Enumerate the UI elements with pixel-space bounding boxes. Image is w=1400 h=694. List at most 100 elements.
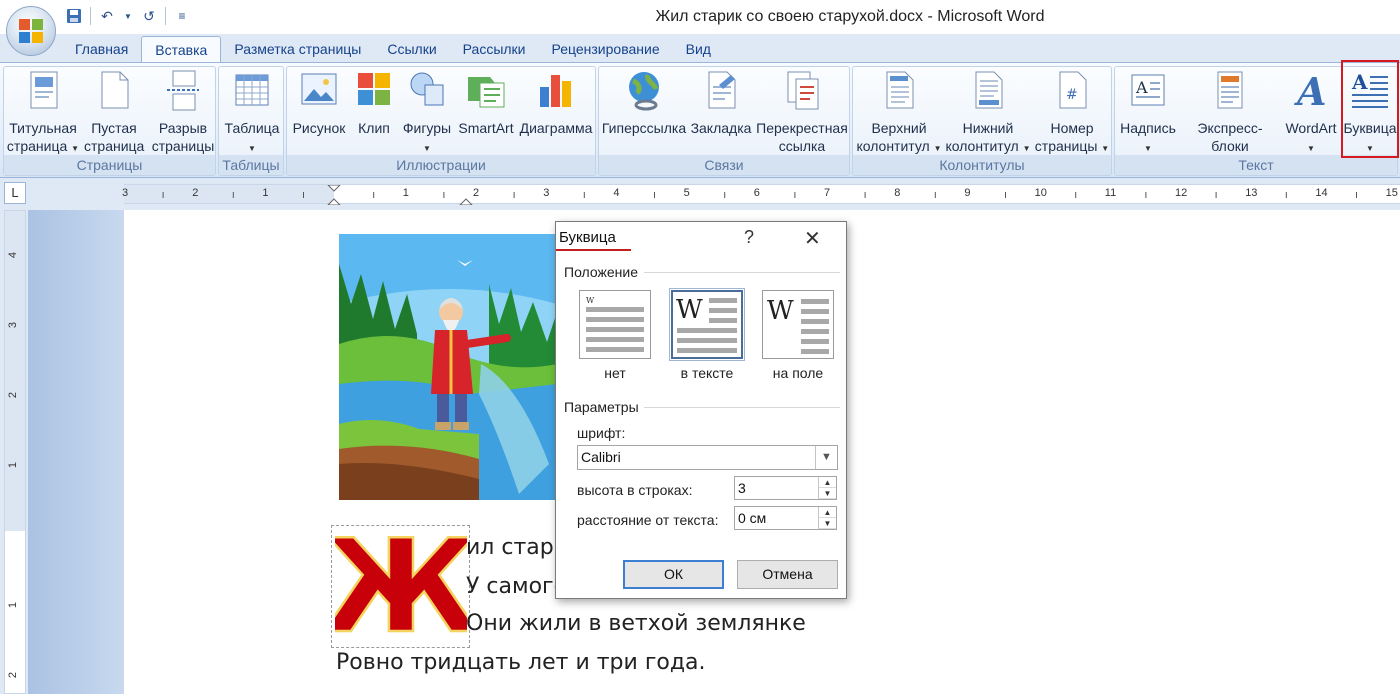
tab-insert[interactable]: Вставка xyxy=(141,36,222,62)
help-icon[interactable]: ? xyxy=(744,227,754,248)
cross-reference-label-1: Перекрестная xyxy=(756,120,848,136)
group-label-headers-footers: Колонтитулы xyxy=(853,155,1111,175)
tab-mailings[interactable]: Рассылки xyxy=(450,36,539,62)
wordart-icon: A xyxy=(1294,69,1326,113)
group-label-text: Текст xyxy=(1115,155,1397,175)
picture-label: Рисунок xyxy=(292,120,346,136)
office-button[interactable] xyxy=(6,6,56,56)
horizontal-ruler[interactable]: 3 2 1 1 2 3 4 5 6 7 8 9 10 11 12 13 14 15 xyxy=(122,184,1400,205)
footer-button[interactable]: Нижний колонтитул ▼ xyxy=(945,69,1031,158)
lines-value: 3 xyxy=(738,480,746,496)
title-bar: ↶ ▼ ↺ ≡ Жил старик со своею старухой.doc… xyxy=(0,0,1400,34)
ruler-label: 11 xyxy=(1104,187,1117,199)
picture-button[interactable]: Рисунок xyxy=(289,69,349,137)
position-section-label: Положение xyxy=(564,264,638,280)
cross-reference-button[interactable]: Перекрестная ссылка xyxy=(755,69,849,155)
tab-view[interactable]: Вид xyxy=(673,36,724,62)
ok-button[interactable]: ОК xyxy=(623,560,724,589)
blank-page-label-2: страница xyxy=(84,138,145,154)
group-headers-footers: Верхний колонтитул ▼ Нижний колонтитул ▼… xyxy=(852,66,1112,176)
textbox-button[interactable]: A Надпись ▼ xyxy=(1117,69,1179,158)
smartart-icon xyxy=(468,77,505,108)
cover-page-button[interactable]: Титульная страница ▼ xyxy=(4,69,82,158)
dropcap-frame[interactable]: Ж xyxy=(331,525,470,648)
position-in-text-option[interactable]: W xyxy=(669,288,745,361)
chevron-down-icon[interactable]: ▼ xyxy=(815,446,837,469)
page-break-button[interactable]: Разрыв страницы xyxy=(150,69,216,155)
font-combobox[interactable]: Calibri ▼ xyxy=(577,445,838,470)
header-label-1: Верхний xyxy=(871,120,927,136)
document-line-2[interactable]: У самого xyxy=(466,574,567,599)
document-left-background xyxy=(28,210,124,694)
fairy-tale-illustration xyxy=(339,234,557,500)
position-in-margin-icon: W xyxy=(767,296,829,354)
position-in-margin-option[interactable]: W xyxy=(762,290,834,359)
params-divider xyxy=(644,407,840,408)
lines-spinner[interactable]: ▲ ▼ xyxy=(818,477,836,499)
spin-down-icon[interactable]: ▼ xyxy=(819,518,836,529)
page-number-button[interactable]: # Номер страницы ▼ xyxy=(1033,69,1111,158)
clip-button[interactable]: Клип xyxy=(351,69,397,137)
ruler-label: 7 xyxy=(824,187,831,199)
shapes-icon xyxy=(410,72,444,106)
footer-label-2: колонтитул xyxy=(945,138,1019,154)
cancel-button[interactable]: Отмена xyxy=(737,560,838,589)
cover-page-label-2: страница xyxy=(6,138,68,154)
spin-up-icon[interactable]: ▲ xyxy=(819,477,836,488)
document-line-1[interactable]: ил стари xyxy=(466,535,568,560)
office-logo-icon xyxy=(19,19,45,45)
table-button[interactable]: Таблица ▼ xyxy=(219,69,285,158)
blank-page-button[interactable]: Пустая страница xyxy=(84,69,144,155)
shapes-button[interactable]: Фигуры ▼ xyxy=(399,69,455,158)
lines-spinbox[interactable]: 3 ▲ ▼ xyxy=(734,476,837,500)
spin-up-icon[interactable]: ▲ xyxy=(819,507,836,518)
page-number-label-1: Номер xyxy=(1050,120,1094,136)
hyperlink-button[interactable]: Гиперссылка xyxy=(601,69,687,137)
ruler-label: 12 xyxy=(1175,187,1188,199)
ruler-label: 2 xyxy=(192,187,199,199)
header-label-2: колонтитул xyxy=(856,138,930,154)
quick-parts-icon xyxy=(1217,71,1243,109)
chevron-down-icon: ▼ xyxy=(1022,144,1031,153)
ruler-ticks xyxy=(162,185,1357,205)
table-icon xyxy=(235,74,269,106)
page-break-label-2: страницы xyxy=(151,138,215,154)
distance-spinner[interactable]: ▲ ▼ xyxy=(818,507,836,529)
chevron-down-icon: ▼ xyxy=(1307,144,1315,153)
bookmark-button[interactable]: Закладка xyxy=(689,69,753,137)
ruler-label: 1 xyxy=(262,187,269,199)
chart-button[interactable]: Диаграмма xyxy=(517,69,595,137)
footer-icon xyxy=(975,71,1003,109)
tab-selector-button[interactable]: L xyxy=(4,182,26,204)
header-button[interactable]: Верхний колонтитул ▼ xyxy=(855,69,943,158)
ruler-label: 14 xyxy=(1315,187,1328,199)
tab-home[interactable]: Главная xyxy=(62,36,141,62)
chevron-down-icon: ▼ xyxy=(71,144,80,153)
page-break-icon xyxy=(167,70,199,111)
smartart-button[interactable]: SmartArt xyxy=(455,69,517,137)
group-links: Гиперссылка Закладка Перекрестная ссылка… xyxy=(598,66,850,176)
vertical-ruler[interactable]: 4 3 2 1 1 2 xyxy=(4,210,26,694)
tab-review[interactable]: Рецензирование xyxy=(539,36,673,62)
ruler-label: 6 xyxy=(753,187,760,199)
footer-label-1: Нижний xyxy=(962,120,1014,136)
tab-page-layout[interactable]: Разметка страницы xyxy=(221,36,374,62)
document-line-3[interactable]: Они жили в ветхой землянке xyxy=(466,611,806,636)
tab-references[interactable]: Ссылки xyxy=(374,36,449,62)
ribbon: Титульная страница ▼ Пустая страница Раз… xyxy=(0,62,1400,178)
close-icon[interactable]: ✕ xyxy=(804,226,821,251)
position-none-option[interactable]: W xyxy=(579,290,651,359)
group-illustrations: Рисунок Клип Фигуры ▼ SmartArt Диаграмма… xyxy=(286,66,596,176)
wordart-button[interactable]: A WordArt ▼ xyxy=(1281,69,1341,158)
dialog-title-underline xyxy=(556,249,631,251)
ruler-row: L 3 2 1 1 2 3 4 5 6 7 8 9 10 11 12 13 14 15 xyxy=(0,178,1400,208)
chevron-down-icon: ▼ xyxy=(423,144,431,153)
svg-text:#: # xyxy=(1066,87,1078,103)
spin-down-icon[interactable]: ▼ xyxy=(819,488,836,499)
distance-spinbox[interactable]: 0 см ▲ ▼ xyxy=(734,506,837,530)
document-line-4[interactable]: Ровно тридцать лет и три года. xyxy=(336,650,706,675)
bookmark-icon xyxy=(708,71,736,109)
position-divider xyxy=(644,272,840,273)
svg-text:W: W xyxy=(676,295,703,325)
ribbon-tabs: Главная Вставка Разметка страницы Ссылки… xyxy=(0,34,1400,62)
